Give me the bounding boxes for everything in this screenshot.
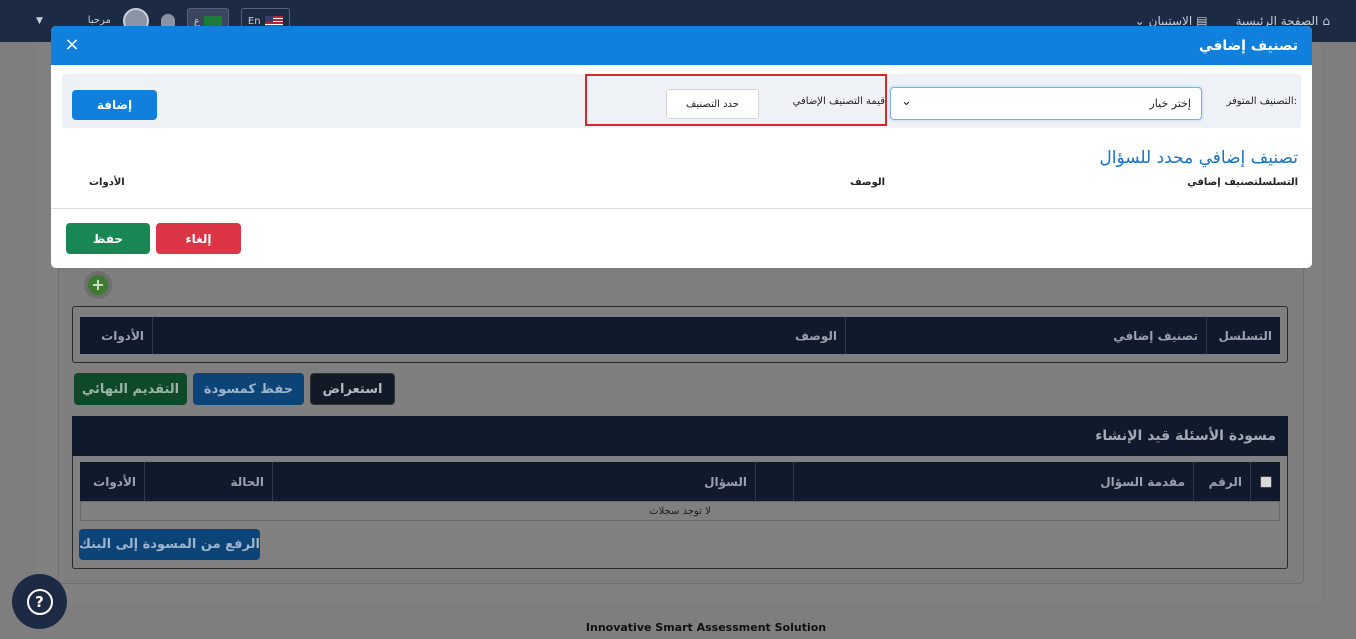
lang-arabic-label: ع: [193, 15, 200, 27]
extra-classification-modal: تصنيف إضافي × التصنيف المتوفر: إختر خيار…: [51, 26, 1312, 268]
modal-header: تصنيف إضافي: [51, 26, 1312, 65]
th-question-intro: مقدمة السؤال: [793, 462, 1193, 501]
pick-classification-button[interactable]: حدد التصنيف: [666, 89, 759, 119]
select-all-checkbox[interactable]: [1259, 475, 1272, 488]
add-classification-button[interactable]: +: [84, 271, 112, 299]
footer-text: Innovative Smart Assessment Solution: [585, 621, 827, 634]
no-records-row: لا توجد سجلات: [80, 501, 1280, 521]
final-submit-button[interactable]: التقديم النهائي: [74, 373, 187, 405]
col-description: الوصف: [850, 177, 886, 188]
modal-title: تصنيف إضافي: [1199, 37, 1298, 54]
lang-english-label: En: [247, 15, 261, 27]
home-icon: ⌂: [1322, 14, 1330, 28]
modal-divider: [51, 208, 1312, 209]
us-flag-icon: [264, 15, 283, 27]
user-menu-caret-icon[interactable]: ▼: [36, 16, 43, 26]
available-classification-label: التصنيف المتوفر:: [1226, 96, 1297, 107]
th-spacer: [755, 462, 793, 501]
select-value: إختر خيار: [1149, 97, 1191, 110]
th-question: السؤال: [272, 462, 755, 501]
save-draft-button[interactable]: حفظ كمسودة: [193, 373, 304, 405]
th-tools: الأدوات: [101, 328, 144, 343]
available-classification-select[interactable]: إختر خيار ⌄: [890, 87, 1202, 120]
cancel-button[interactable]: إلغاء: [156, 223, 241, 254]
draft-section-title: مسودة الأسئلة قيد الإنشاء: [72, 416, 1288, 456]
preview-button[interactable]: استعراض: [310, 373, 395, 405]
selected-classification-title: تصنيف إضافي محدد للسؤال: [1099, 148, 1298, 168]
save-button[interactable]: حفظ: [66, 223, 150, 254]
draft-table-header: الرقم مقدمة السؤال السؤال الحالة الأدوات: [80, 462, 1280, 501]
upload-to-bank-button[interactable]: الرفع من المسودة إلى البنك: [79, 529, 260, 560]
close-icon[interactable]: ×: [63, 35, 81, 55]
add-button[interactable]: إضافة: [72, 90, 157, 120]
saudi-flag-icon: [203, 15, 222, 27]
th-status: الحالة: [144, 462, 272, 501]
th-tools: الأدوات: [93, 474, 136, 489]
th-seq: التسلسل: [1206, 317, 1280, 354]
plus-icon: +: [88, 275, 108, 295]
th-number: الرقم: [1193, 462, 1250, 501]
question-mark-icon: ?: [26, 588, 53, 615]
classification-value-label: قيمة التصنيف الإضافي: [792, 96, 885, 107]
classification-filter-panel: التصنيف المتوفر: إختر خيار ⌄ قيمة التصني…: [62, 74, 1301, 128]
chevron-down-icon: ⌄: [901, 94, 912, 109]
classification-table-header: التسلسل تصنيف إضافي الوصف الأدوات: [80, 317, 1280, 354]
th-extra-class: تصنيف إضافي: [845, 317, 1206, 354]
col-seq-extra: التسلسلتصنيف إضافي: [1187, 177, 1298, 188]
col-tools: الأدوات: [89, 177, 125, 188]
th-select-all: [1250, 462, 1280, 501]
th-description: الوصف: [152, 317, 845, 354]
